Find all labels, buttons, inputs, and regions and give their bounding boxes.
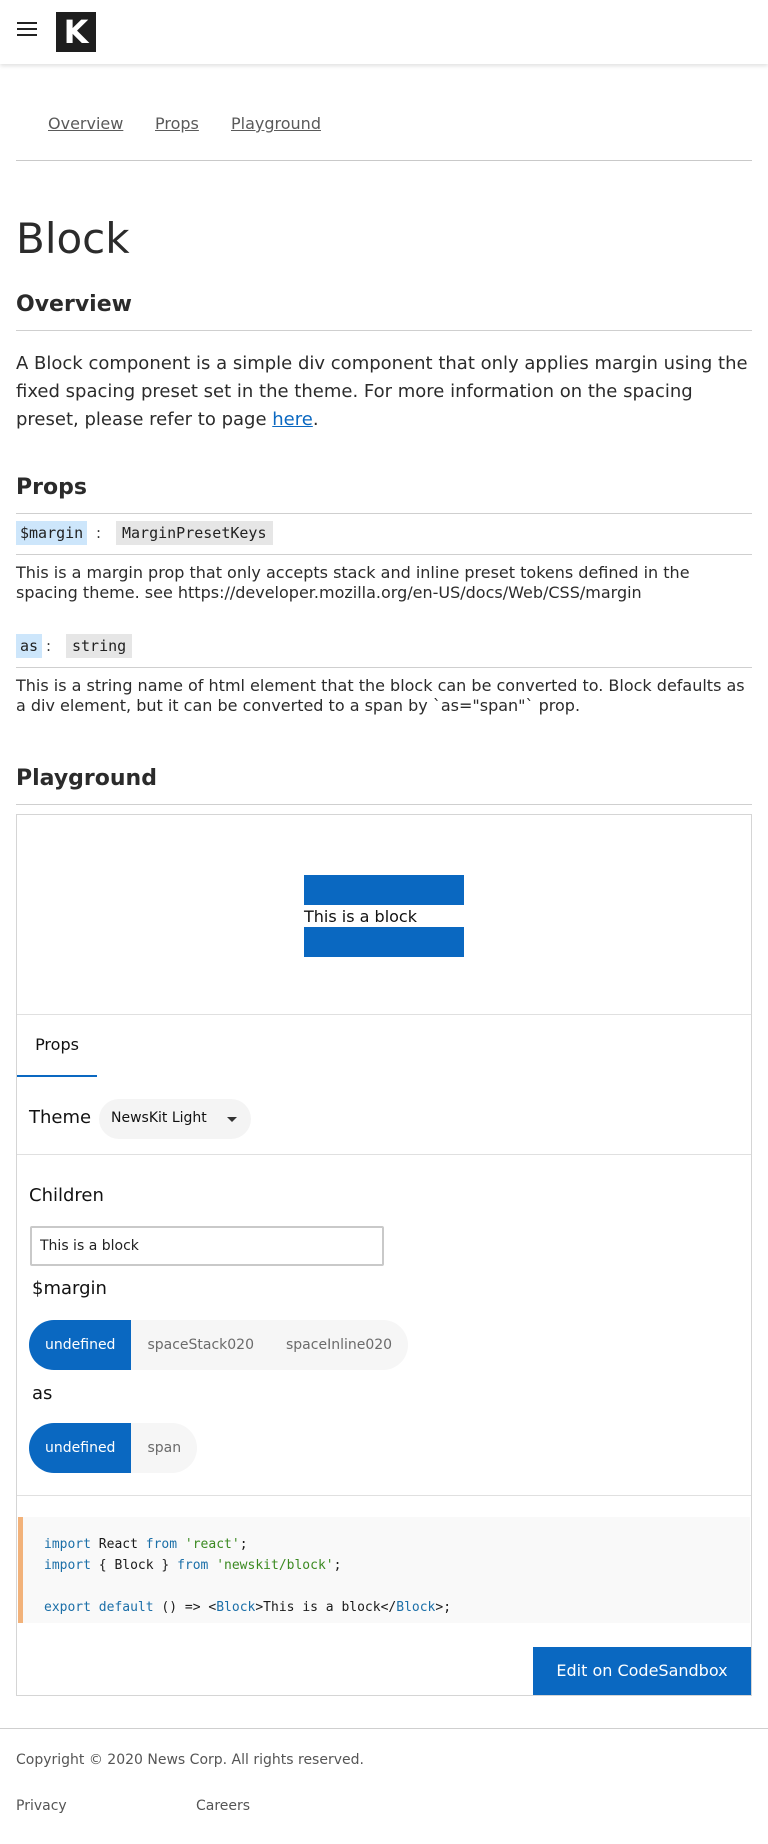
margin-option-undefined[interactable]: undefined bbox=[29, 1320, 132, 1370]
footer-divider bbox=[0, 1728, 768, 1729]
tab-playground-props[interactable]: Props bbox=[17, 1015, 97, 1077]
block-preview-text: This is a block bbox=[304, 907, 417, 926]
logo[interactable]: K bbox=[56, 12, 96, 52]
page-tabs: Overview Props Playground bbox=[16, 100, 752, 161]
props-heading: Props bbox=[16, 475, 87, 500]
code-line: import { Block } from 'newskit/block'; bbox=[44, 1558, 342, 1573]
tab-overview[interactable]: Overview bbox=[48, 114, 123, 133]
edit-on-codesandbox-button[interactable]: Edit on CodeSandbox bbox=[533, 1647, 751, 1695]
playground-divider bbox=[16, 804, 752, 805]
prop-name-as: as bbox=[16, 634, 43, 658]
caret-down-icon bbox=[227, 1117, 237, 1122]
overview-heading: Overview bbox=[16, 292, 132, 317]
margin-option-spacestack020[interactable]: spaceStack020 bbox=[131, 1320, 270, 1370]
props-divider bbox=[16, 513, 752, 514]
page-title: Block bbox=[16, 214, 130, 263]
prop-colon: : bbox=[46, 637, 52, 655]
overview-divider bbox=[16, 330, 752, 331]
as-option-span[interactable]: span bbox=[131, 1423, 197, 1473]
children-label: Children bbox=[29, 1185, 104, 1206]
children-input[interactable] bbox=[30, 1226, 384, 1266]
theme-select-value: NewsKit Light bbox=[111, 1110, 207, 1126]
footer-link-privacy[interactable]: Privacy bbox=[16, 1798, 67, 1814]
overview-text: A Block component is a simple div compon… bbox=[16, 353, 748, 430]
hamburger-icon[interactable] bbox=[17, 22, 39, 40]
playground-panel: This is a block Props Theme NewsKit Ligh… bbox=[16, 814, 752, 1696]
prop-name-margin: $margin bbox=[16, 521, 88, 545]
prop-type-margin: MarginPresetKeys bbox=[116, 521, 273, 545]
block-margin-bottom bbox=[304, 927, 464, 957]
block-margin-top bbox=[304, 875, 464, 905]
preview-divider bbox=[17, 1014, 751, 1015]
prop-divider bbox=[16, 667, 752, 668]
theme-divider bbox=[17, 1154, 751, 1155]
code-line: import React from 'react'; bbox=[44, 1537, 248, 1552]
margin-option-spaceinline020[interactable]: spaceInline020 bbox=[270, 1320, 408, 1370]
prop-type-as: string bbox=[66, 634, 133, 658]
code-snippet: import React from 'react'; import { Bloc… bbox=[18, 1517, 750, 1623]
prop-description-margin: This is a margin prop that only accepts … bbox=[16, 563, 690, 602]
theme-select[interactable]: NewsKit Light bbox=[99, 1099, 251, 1139]
code-line: export default () => <Block>This is a bl… bbox=[44, 1600, 452, 1615]
block-preview: This is a block bbox=[304, 875, 464, 957]
prop-colon: : bbox=[96, 524, 102, 542]
top-header: K bbox=[0, 0, 768, 64]
overview-link[interactable]: here bbox=[272, 409, 313, 430]
code-divider bbox=[17, 1495, 751, 1496]
prop-description-as: This is a string name of html element th… bbox=[16, 676, 745, 715]
as-label: as bbox=[32, 1383, 53, 1404]
footer-copyright: Copyright © 2020 News Corp. All rights r… bbox=[16, 1752, 364, 1768]
playground-heading: Playground bbox=[16, 766, 157, 791]
tab-playground[interactable]: Playground bbox=[231, 114, 321, 133]
footer-link-careers[interactable]: Careers bbox=[196, 1798, 250, 1814]
margin-selector: undefined spaceStack020 spaceInline020 bbox=[29, 1320, 409, 1370]
theme-label: Theme bbox=[29, 1107, 92, 1128]
as-option-undefined[interactable]: undefined bbox=[29, 1423, 132, 1473]
margin-label: $margin bbox=[32, 1278, 107, 1299]
prop-divider bbox=[16, 554, 752, 555]
as-selector: undefined span bbox=[29, 1423, 198, 1473]
tab-props[interactable]: Props bbox=[155, 114, 199, 133]
